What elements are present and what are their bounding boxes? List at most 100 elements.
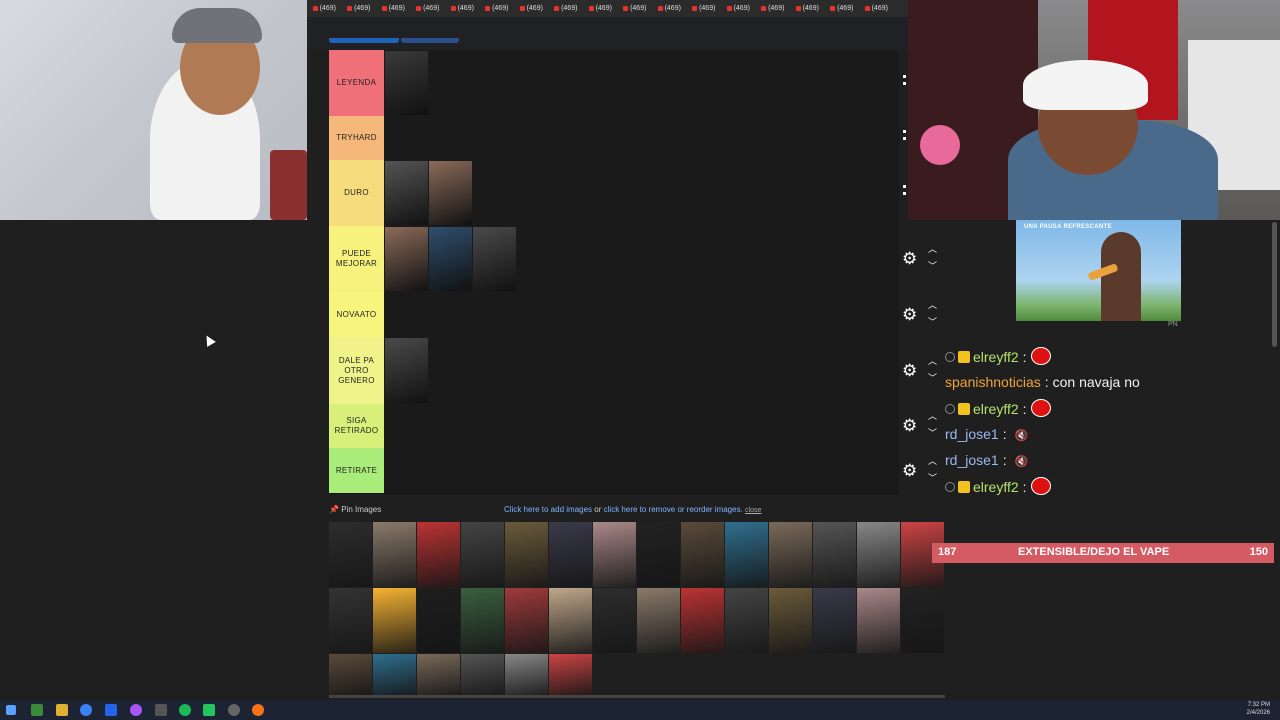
gear-icon[interactable]: ⚙ (902, 417, 917, 434)
browser-tab[interactable]: (469) (549, 0, 584, 17)
tier-label[interactable]: DALE PA OTRO GENERO (329, 337, 384, 404)
gallery-image[interactable] (857, 522, 900, 587)
gallery-image[interactable] (813, 522, 856, 587)
gallery-image[interactable] (857, 588, 900, 653)
chat-username[interactable]: elreyff2 (973, 349, 1019, 365)
pin-images-label[interactable]: 📌 Pin Images (329, 505, 381, 514)
gear-icon[interactable]: ⚙ (902, 250, 917, 267)
gallery-image[interactable] (417, 654, 460, 695)
tier-label[interactable]: LEYENDA (329, 50, 384, 116)
gallery-image[interactable] (461, 654, 504, 695)
browser-tab[interactable]: (469) (652, 0, 687, 17)
chrome-icon[interactable] (80, 704, 92, 716)
gallery-image[interactable] (505, 588, 548, 653)
browser-blue-button-1[interactable] (329, 38, 399, 43)
browser-tab[interactable]: (469) (790, 0, 825, 17)
clock[interactable]: 7:32 PM 2/4/2026 (1247, 701, 1270, 717)
gallery-image[interactable] (769, 522, 812, 587)
browser-tab[interactable]: (469) (825, 0, 860, 17)
gallery-image[interactable] (417, 522, 460, 587)
browser-tab[interactable]: (469) (445, 0, 480, 17)
browser-tab[interactable]: (469) (514, 0, 549, 17)
tier-label[interactable]: TRYHARD (329, 116, 384, 160)
tier-image[interactable] (385, 338, 428, 403)
app-icon-2[interactable] (105, 704, 117, 716)
chevron-up-icon[interactable]: ︿ (928, 245, 937, 254)
browser-tab[interactable]: (469) (859, 0, 894, 17)
gallery-image[interactable] (461, 588, 504, 653)
gallery-image[interactable] (681, 522, 724, 587)
tier-label[interactable]: PUEDE MEJORAR (329, 226, 384, 292)
gallery-image[interactable] (549, 654, 592, 695)
gear-icon[interactable]: ⚙ (902, 362, 917, 379)
chevron-up-icon[interactable]: ︿ (928, 300, 937, 310)
drag-handle-icon[interactable] (903, 75, 910, 85)
gallery-image[interactable] (417, 588, 460, 653)
app-icon-7[interactable] (252, 704, 264, 716)
chat-scrollbar[interactable] (1272, 222, 1277, 347)
chevron-down-icon[interactable]: ﹀ (928, 262, 937, 271)
drag-handle-icon[interactable] (903, 130, 910, 140)
tier-label[interactable]: SIGA RETIRADO (329, 404, 384, 448)
tier-image[interactable] (429, 227, 472, 291)
chat-username[interactable]: elreyff2 (973, 479, 1019, 495)
browser-blue-button-2[interactable] (401, 38, 459, 43)
app-icon-4[interactable] (155, 704, 167, 716)
gallery-image[interactable] (593, 588, 636, 653)
gallery-image[interactable] (373, 588, 416, 653)
start-icon[interactable] (6, 705, 16, 715)
gallery-image[interactable] (461, 522, 504, 587)
gear-icon[interactable]: ⚙ (902, 462, 917, 479)
gallery-image[interactable] (813, 588, 856, 653)
gallery-image[interactable] (329, 588, 372, 653)
gear-icon[interactable]: ⚙ (902, 306, 917, 323)
gallery-image[interactable] (725, 522, 768, 587)
tier-label[interactable]: RETIRATE (329, 448, 384, 493)
gallery-image[interactable] (725, 588, 768, 653)
app-icon-6[interactable] (228, 704, 240, 716)
tier-image[interactable] (385, 51, 428, 115)
chevron-down-icon[interactable]: ﹀ (928, 473, 937, 483)
browser-tab[interactable]: (469) (721, 0, 756, 17)
gallery-image[interactable] (593, 522, 636, 587)
spotify-icon[interactable] (179, 704, 191, 716)
gallery-image[interactable] (329, 522, 372, 587)
chevron-down-icon[interactable]: ﹀ (928, 429, 937, 438)
tier-label[interactable]: NOVAATO (329, 292, 384, 337)
drag-handle-icon[interactable] (903, 185, 910, 195)
tier-image[interactable] (385, 161, 428, 225)
tier-image[interactable] (473, 227, 516, 291)
chevron-down-icon[interactable]: ﹀ (928, 373, 937, 383)
tier-image[interactable] (385, 227, 428, 291)
gallery-image[interactable] (549, 522, 592, 587)
folder-icon[interactable] (56, 704, 68, 716)
browser-tab[interactable]: (469) (376, 0, 411, 17)
browser-tab[interactable]: (469) (687, 0, 722, 17)
browser-tab[interactable]: (469) (480, 0, 515, 17)
gallery-image[interactable] (549, 588, 592, 653)
browser-tab[interactable]: (469) (307, 0, 342, 17)
gallery-image[interactable] (637, 588, 680, 653)
chevron-down-icon[interactable]: ﹀ (928, 317, 937, 327)
close-link[interactable]: close (745, 507, 761, 514)
tier-label[interactable]: DURO (329, 160, 384, 226)
chevron-up-icon[interactable]: ︿ (928, 456, 937, 466)
gallery-image[interactable] (329, 654, 372, 695)
remove-images-link[interactable]: click here to remove or reorder images. (604, 505, 743, 514)
browser-tab[interactable]: (469) (756, 0, 791, 17)
chat-username[interactable]: rd_jose1 (945, 452, 999, 468)
chat-ad-banner[interactable]: UNA PAUSA REFRESCANTE (1016, 220, 1181, 321)
add-images-link[interactable]: Click here to add images (504, 505, 592, 514)
app-icon-1[interactable] (31, 704, 43, 716)
chat-username[interactable]: elreyff2 (973, 401, 1019, 417)
gallery-image[interactable] (505, 522, 548, 587)
gallery-image[interactable] (769, 588, 812, 653)
chat-username[interactable]: rd_jose1 (945, 426, 999, 442)
browser-tab[interactable]: (469) (411, 0, 446, 17)
gallery-image[interactable] (373, 654, 416, 695)
chevron-up-icon[interactable]: ︿ (928, 412, 937, 421)
tier-image[interactable] (429, 161, 472, 225)
gallery-image[interactable] (901, 588, 944, 653)
chat-username[interactable]: spanishnoticias (945, 374, 1041, 390)
app-icon-5[interactable] (203, 704, 215, 716)
